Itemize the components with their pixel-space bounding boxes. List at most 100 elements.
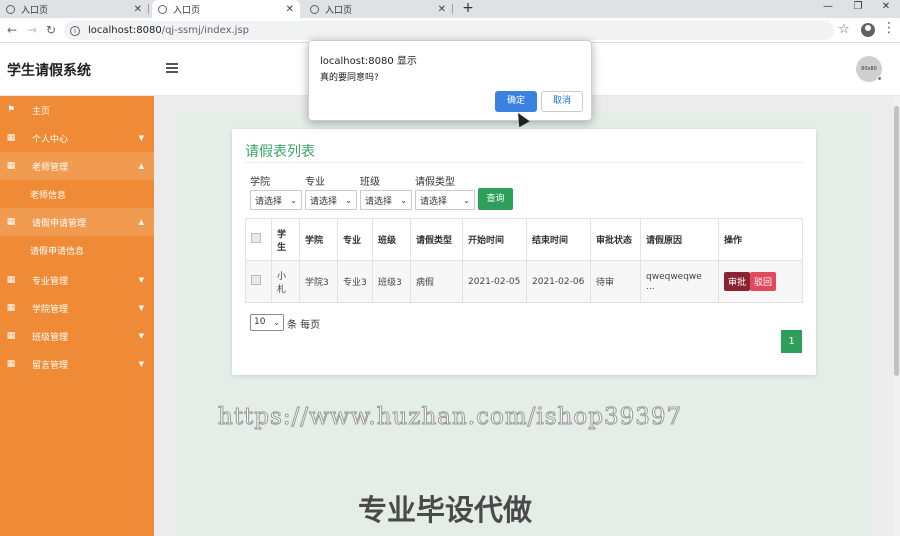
info-icon[interactable]: i xyxy=(70,25,80,36)
dialog-title: localhost:8080 显示 xyxy=(320,56,417,67)
col-end-time: 结束时间 xyxy=(526,218,591,261)
sidebar-item-college-mgmt[interactable]: ▦ 学院管理 ▼ xyxy=(0,294,154,322)
sidebar-item-home[interactable]: ⚑ 主页 xyxy=(0,96,154,124)
globe-icon xyxy=(6,4,15,14)
cell-start: 2021-02-05 xyxy=(462,260,527,303)
scrollbar-thumb[interactable] xyxy=(894,106,899,376)
page-size-select[interactable]: 10 ⌄ xyxy=(250,314,284,331)
card-title: 请假表列表 xyxy=(245,144,315,160)
app-brand: 学生请假系统 xyxy=(7,63,91,79)
table-row: 小札 学院3 专业3 班级3 病假 2021-02-05 2021-02-06 … xyxy=(245,260,803,303)
globe-icon xyxy=(158,4,167,14)
cell-actions: 审批 驳回 xyxy=(718,260,803,303)
forward-button[interactable]: → xyxy=(24,22,40,38)
select-all-checkbox[interactable] xyxy=(251,233,261,243)
chevron-down-icon: ⌄ xyxy=(463,195,470,205)
dialog-ok-button[interactable]: 确定 xyxy=(495,91,537,112)
chevron-down-icon: ⌄ xyxy=(273,318,280,327)
filter-select-leave-type[interactable]: 请选择 ⌄ xyxy=(415,190,475,210)
profile-icon[interactable] xyxy=(861,23,875,37)
confirm-dialog: localhost:8080 显示 真的要同意吗? 确定 取消 xyxy=(308,40,592,121)
col-reason: 请假原因 xyxy=(640,218,719,261)
globe-icon xyxy=(310,4,319,14)
flag-icon: ⚑ xyxy=(6,105,16,115)
url-path: /qj-ssmj/index.jsp xyxy=(161,25,250,36)
cell-student: 小札 xyxy=(271,260,300,303)
browser-tab-bar: 入口页 ✕ 入口页 ✕ 入口页 ✕ + — ❐ ✕ xyxy=(0,0,900,18)
minimize-button[interactable]: — xyxy=(814,0,842,16)
chevron-down-icon: ▼ xyxy=(138,134,144,142)
chevron-down-icon: ▼ xyxy=(138,360,144,368)
sidebar-item-leave-mgmt[interactable]: ▦ 请假申请管理 ▲ xyxy=(0,208,154,236)
filter-select-college[interactable]: 请选择 ⌄ xyxy=(250,190,302,210)
sidebar-item-class-mgmt[interactable]: ▦ 班级管理 ▼ xyxy=(0,322,154,350)
chevron-down-icon: ⌄ xyxy=(345,195,352,205)
approve-button[interactable]: 审批 xyxy=(724,272,751,291)
new-tab-button[interactable]: + xyxy=(460,0,476,18)
chevron-down-icon: ⌄ xyxy=(400,195,407,205)
watermark-url: https://www.huzhan.com/ishop39397 xyxy=(217,404,683,431)
url-field[interactable]: i localhost:8080/qj-ssmj/index.jsp xyxy=(64,21,834,40)
dialog-cancel-button[interactable]: 取消 xyxy=(541,91,583,112)
col-status: 审批状态 xyxy=(590,218,641,261)
sidebar-item-message-mgmt[interactable]: ▦ 留言管理 ▼ xyxy=(0,350,154,378)
sidebar-item-profile[interactable]: ▦ 个人中心 ▼ xyxy=(0,124,154,152)
table-header-row: 学生 学院 专业 班级 请假类型 开始时间 结束时间 审批状态 请假原因 操作 xyxy=(245,218,803,261)
chevron-down-icon: ⌄ xyxy=(290,195,297,205)
browser-tab[interactable]: 入口页 ✕ xyxy=(0,0,149,18)
sidebar: ⚑ 主页 ▦ 个人中心 ▼ ▦ 老师管理 ▲ 老师信息 ▦ 请假申请管理 ▲ 请… xyxy=(0,96,154,536)
cell-reason: qweqweqwe ... xyxy=(640,260,719,303)
filter-select-major[interactable]: 请选择 ⌄ xyxy=(305,190,357,210)
bookmark-star-icon[interactable]: ☆ xyxy=(838,22,850,37)
col-start-time: 开始时间 xyxy=(462,218,527,261)
grid-icon: ▦ xyxy=(6,275,16,285)
browser-tab[interactable]: 入口页 ✕ xyxy=(304,0,453,18)
sidebar-item-teacher-mgmt[interactable]: ▦ 老师管理 ▲ xyxy=(0,152,154,180)
close-tab-icon[interactable]: ✕ xyxy=(286,4,294,15)
reject-button[interactable]: 驳回 xyxy=(750,272,777,291)
browser-tab-active[interactable]: 入口页 ✕ xyxy=(152,0,300,18)
page-scrollbar[interactable] xyxy=(893,96,900,536)
sidebar-item-major-mgmt[interactable]: ▦ 专业管理 ▼ xyxy=(0,266,154,294)
hamburger-menu-icon[interactable] xyxy=(166,63,178,73)
filter-label-leave-type: 请假类型 xyxy=(415,177,455,188)
col-actions: 操作 xyxy=(718,218,803,261)
col-major: 专业 xyxy=(337,218,373,261)
grid-icon: ▦ xyxy=(6,331,16,341)
back-button[interactable]: ← xyxy=(4,22,20,38)
cell-major: 专业3 xyxy=(337,260,373,303)
reload-button[interactable]: ↻ xyxy=(43,22,59,38)
close-window-button[interactable]: ✕ xyxy=(872,0,900,16)
chevron-up-icon: ▲ xyxy=(138,162,144,170)
close-tab-icon[interactable]: ✕ xyxy=(438,4,446,15)
cell-status: 待审 xyxy=(590,260,641,303)
cell-class: 班级3 xyxy=(372,260,411,303)
leave-list-card: 请假表列表 学院 专业 班级 请假类型 请选择 ⌄ 请选择 ⌄ 请选择 ⌄ 请选择 ⌄ … xyxy=(232,129,816,375)
cell-end: 2021-02-06 xyxy=(526,260,591,303)
grid-icon: ▦ xyxy=(6,217,16,227)
sidebar-subitem-teacher-info[interactable]: 老师信息 xyxy=(0,180,154,208)
col-student: 学生 xyxy=(271,218,300,261)
filter-label-major: 专业 xyxy=(305,177,325,188)
url-host: localhost:8080 xyxy=(88,25,162,36)
page-size-label: 条 每页 xyxy=(287,320,321,331)
sidebar-subitem-leave-info[interactable]: 请假申请信息 xyxy=(0,236,154,264)
query-button[interactable]: 查询 xyxy=(478,188,513,210)
restore-button[interactable]: ❐ xyxy=(844,0,872,16)
col-class: 班级 xyxy=(372,218,411,261)
avatar[interactable]: 80x80 xyxy=(856,56,882,82)
divider xyxy=(245,162,803,163)
menu-kebab-icon[interactable]: ⋮ xyxy=(882,20,896,36)
col-leave-type: 请假类型 xyxy=(410,218,463,261)
cell-leave-type: 病假 xyxy=(410,260,463,303)
filter-select-class[interactable]: 请选择 ⌄ xyxy=(360,190,412,210)
grid-icon: ▦ xyxy=(6,359,16,369)
chevron-down-icon: ▼ xyxy=(138,332,144,340)
row-checkbox[interactable] xyxy=(251,275,261,285)
grid-icon: ▦ xyxy=(6,303,16,313)
chevron-down-icon: ▼ xyxy=(138,276,144,284)
close-tab-icon[interactable]: ✕ xyxy=(134,4,142,15)
cell-college: 学院3 xyxy=(299,260,338,303)
filter-label-college: 学院 xyxy=(250,177,270,188)
page-button-current[interactable]: 1 xyxy=(781,330,802,353)
